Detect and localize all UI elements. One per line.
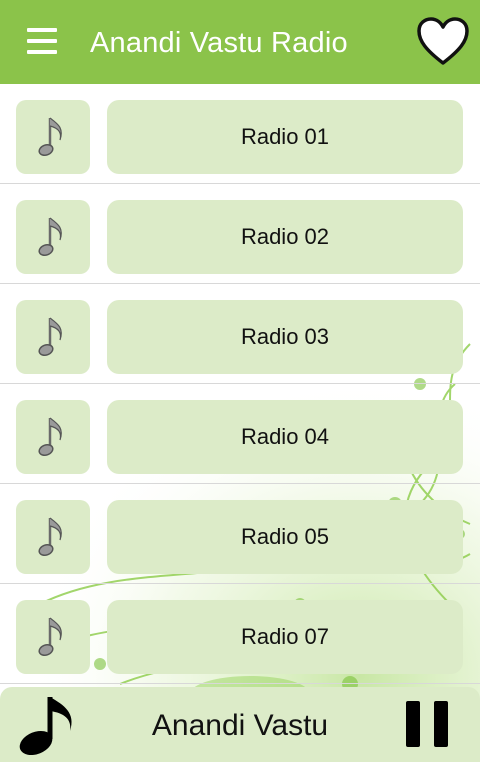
music-note-icon — [38, 217, 62, 257]
list-item: Radio 07 — [0, 584, 480, 684]
station-thumb[interactable] — [16, 400, 90, 474]
app-header: Anandi Vastu Radio — [0, 0, 480, 84]
music-note-icon — [38, 417, 62, 457]
station-thumb[interactable] — [16, 200, 90, 274]
music-note-icon — [38, 317, 62, 357]
music-note-icon — [38, 517, 62, 557]
station-button[interactable]: Radio 05 — [107, 500, 463, 574]
music-note-icon — [38, 117, 62, 157]
pause-icon — [406, 701, 420, 747]
station-list: Radio 01 Radio 02 Radio 03 Radio 04 Radi… — [0, 84, 480, 684]
station-button[interactable]: Radio 04 — [107, 400, 463, 474]
station-thumb[interactable] — [16, 600, 90, 674]
heart-icon[interactable] — [416, 16, 470, 68]
list-item: Radio 02 — [0, 184, 480, 284]
station-button[interactable]: Radio 01 — [107, 100, 463, 174]
music-note-icon — [38, 617, 62, 657]
station-button[interactable]: Radio 02 — [107, 200, 463, 274]
list-item: Radio 04 — [0, 384, 480, 484]
station-thumb[interactable] — [16, 500, 90, 574]
hamburger-menu-icon[interactable] — [27, 28, 57, 58]
list-item: Radio 03 — [0, 284, 480, 384]
station-thumb[interactable] — [16, 300, 90, 374]
station-thumb[interactable] — [16, 100, 90, 174]
now-playing-bar: Anandi Vastu — [0, 687, 480, 762]
pause-button[interactable] — [406, 701, 450, 749]
station-button[interactable]: Radio 07 — [107, 600, 463, 674]
station-button[interactable]: Radio 03 — [107, 300, 463, 374]
list-item: Radio 05 — [0, 484, 480, 584]
pause-icon-bar — [434, 701, 448, 747]
list-item: Radio 01 — [0, 84, 480, 184]
app-title: Anandi Vastu Radio — [90, 27, 348, 59]
